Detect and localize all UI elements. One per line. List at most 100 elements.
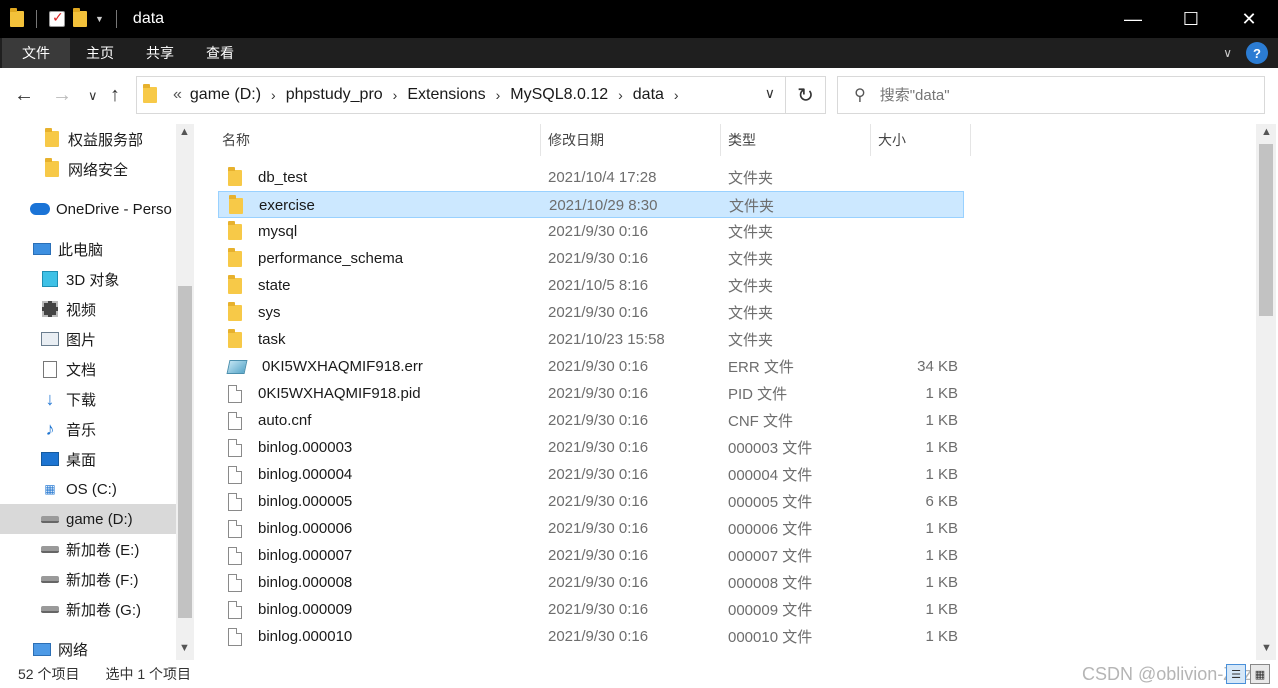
chevron-right-icon[interactable]: › bbox=[618, 87, 623, 103]
column-divider[interactable] bbox=[970, 124, 971, 156]
search-input[interactable] bbox=[879, 86, 1180, 104]
column-header-name[interactable]: 名称 bbox=[222, 124, 540, 156]
sidebar-item-game-d[interactable]: game (D:) bbox=[0, 504, 176, 534]
column-divider[interactable] bbox=[870, 124, 871, 156]
minimize-button[interactable]: — bbox=[1104, 0, 1162, 38]
column-header-size[interactable]: 大小 bbox=[878, 124, 970, 156]
scrollbar-thumb[interactable] bbox=[1259, 144, 1273, 316]
file-row[interactable]: performance_schema 2021/9/30 0:16 文件夹 bbox=[218, 245, 964, 272]
breadcrumb-mysql[interactable]: MySQL8.0.12 bbox=[510, 86, 608, 104]
sidebar-item-this-pc[interactable]: 此电脑 bbox=[32, 234, 176, 264]
sidebar-item-volume-e[interactable]: 新加卷 (E:) bbox=[40, 534, 176, 564]
file-size: 1 KB bbox=[925, 601, 958, 618]
column-divider[interactable] bbox=[720, 124, 721, 156]
file-name: binlog.000007 bbox=[258, 547, 353, 564]
back-arrow-icon[interactable]: ← bbox=[14, 84, 34, 107]
drive-icon bbox=[40, 600, 60, 618]
ribbon-collapse-icon[interactable]: ∨ bbox=[1223, 38, 1232, 68]
file-row[interactable]: binlog.000003 2021/9/30 0:16 000003 文件 1 KB bbox=[218, 434, 964, 461]
large-icons-view-icon[interactable]: ▦ bbox=[1250, 664, 1270, 684]
file-name-cell: auto.cnf bbox=[228, 407, 311, 434]
scrollbar-thumb[interactable] bbox=[178, 286, 192, 618]
sidebar-item-network[interactable]: 网络 bbox=[32, 634, 176, 660]
file-date: 2021/9/30 0:16 bbox=[548, 547, 649, 564]
folder-icon bbox=[10, 8, 24, 27]
tab-view[interactable]: 查看 bbox=[190, 38, 250, 68]
file-row[interactable]: binlog.000009 2021/9/30 0:16 000009 文件 1 KB bbox=[218, 596, 964, 623]
chevron-right-icon[interactable]: › bbox=[393, 87, 398, 103]
file-date: 2021/9/30 0:16 bbox=[548, 439, 649, 456]
file-row[interactable]: auto.cnf 2021/9/30 0:16 CNF 文件 1 KB bbox=[218, 407, 964, 434]
file-type: 000006 文件 bbox=[728, 521, 813, 538]
column-header-date[interactable]: 修改日期 bbox=[548, 124, 720, 156]
quick-access-dropdown-icon[interactable]: ▼ bbox=[95, 14, 104, 24]
search-box[interactable]: ⚲ bbox=[837, 76, 1265, 114]
file-row[interactable]: 0KI5WXHAQMIF918.err 2021/9/30 0:16 ERR 文件 3… bbox=[218, 353, 964, 380]
breadcrumb-phpstudy-pro[interactable]: phpstudy_pro bbox=[286, 86, 383, 104]
file-row[interactable]: state 2021/10/5 8:16 文件夹 bbox=[218, 272, 964, 299]
file-name-cell: binlog.000009 bbox=[228, 596, 352, 623]
tab-file[interactable]: 文件 bbox=[2, 38, 70, 68]
sidebar-item-documents[interactable]: 文档 bbox=[40, 354, 176, 384]
scroll-up-icon[interactable]: ▲ bbox=[179, 126, 190, 138]
file-row[interactable]: binlog.000008 2021/9/30 0:16 000008 文件 1 KB bbox=[218, 569, 964, 596]
sidebar-item-downloads[interactable]: ↓ 下载 bbox=[40, 384, 176, 414]
desktop-icon bbox=[40, 450, 60, 468]
help-icon[interactable]: ? bbox=[1246, 42, 1268, 64]
sidebar-item-onedrive[interactable]: OneDrive - Perso bbox=[30, 194, 176, 224]
recent-locations-icon[interactable]: ∨ bbox=[88, 88, 98, 104]
up-arrow-icon[interactable]: ↑ bbox=[110, 84, 120, 107]
folder-icon bbox=[229, 194, 243, 214]
sidebar-item-os-c[interactable]: ▦ OS (C:) bbox=[40, 474, 176, 504]
scroll-down-icon[interactable]: ▼ bbox=[1261, 642, 1272, 654]
file-row[interactable]: db_test 2021/10/4 17:28 文件夹 bbox=[218, 164, 964, 191]
file-row[interactable]: sys 2021/9/30 0:16 文件夹 bbox=[218, 299, 964, 326]
breadcrumb-data[interactable]: data bbox=[633, 86, 664, 104]
sidebar-item-quanyi[interactable]: 权益服务部 bbox=[42, 124, 176, 154]
file-row[interactable]: binlog.000005 2021/9/30 0:16 000005 文件 6 KB bbox=[218, 488, 964, 515]
chevron-right-icon[interactable]: › bbox=[271, 87, 276, 103]
details-view-icon[interactable]: ☰ bbox=[1226, 664, 1246, 684]
file-row[interactable]: binlog.000006 2021/9/30 0:16 000006 文件 1 KB bbox=[218, 515, 964, 542]
overflow-chevron-icon[interactable]: « bbox=[173, 86, 182, 104]
sidebar-item-desktop[interactable]: 桌面 bbox=[40, 444, 176, 474]
column-divider[interactable] bbox=[540, 124, 541, 156]
file-list-scrollbar[interactable]: ▲ ▼ bbox=[1256, 124, 1276, 660]
file-row[interactable]: mysql 2021/9/30 0:16 文件夹 bbox=[218, 218, 964, 245]
properties-icon[interactable] bbox=[49, 9, 65, 27]
file-row[interactable]: binlog.000004 2021/9/30 0:16 000004 文件 1 KB bbox=[218, 461, 964, 488]
breadcrumb-game-d[interactable]: game (D:) bbox=[190, 86, 261, 104]
file-name: binlog.000005 bbox=[258, 493, 353, 510]
address-bar[interactable]: « game (D:) › phpstudy_pro › Extensions … bbox=[136, 76, 786, 114]
sidebar-item-network-security[interactable]: 网络安全 bbox=[42, 154, 176, 184]
close-button[interactable]: ✕ bbox=[1220, 0, 1278, 38]
sidebar-item-3d-objects[interactable]: 3D 对象 bbox=[40, 264, 176, 294]
file-row[interactable]: task 2021/10/23 15:58 文件夹 bbox=[218, 326, 964, 353]
scroll-down-icon[interactable]: ▼ bbox=[179, 642, 190, 654]
forward-arrow-icon[interactable]: → bbox=[52, 84, 72, 107]
ribbon-spacer bbox=[250, 38, 1223, 68]
sidebar-item-music[interactable]: ♪ 音乐 bbox=[40, 414, 176, 444]
maximize-button[interactable]: ☐ bbox=[1162, 0, 1220, 38]
err-file-icon bbox=[226, 359, 248, 374]
breadcrumb-extensions[interactable]: Extensions bbox=[407, 86, 485, 104]
scroll-up-icon[interactable]: ▲ bbox=[1261, 126, 1272, 138]
chevron-right-icon[interactable]: › bbox=[496, 87, 501, 103]
sidebar-scrollbar[interactable]: ▲ ▼ bbox=[176, 124, 194, 660]
file-row[interactable]: exercise 2021/10/29 8:30 文件夹 bbox=[218, 191, 964, 218]
file-name: binlog.000004 bbox=[258, 466, 353, 483]
refresh-button[interactable]: ↻ bbox=[786, 76, 826, 114]
chevron-right-icon[interactable]: › bbox=[674, 87, 679, 103]
sidebar-item-volume-f[interactable]: 新加卷 (F:) bbox=[40, 564, 176, 594]
sidebar-item-volume-g[interactable]: 新加卷 (G:) bbox=[40, 594, 176, 624]
sidebar-item-videos[interactable]: 视频 bbox=[40, 294, 176, 324]
address-dropdown-icon[interactable]: ∨ bbox=[765, 85, 775, 102]
sidebar-item-pictures[interactable]: 图片 bbox=[40, 324, 176, 354]
file-row[interactable]: binlog.000007 2021/9/30 0:16 000007 文件 1 KB bbox=[218, 542, 964, 569]
tab-home[interactable]: 主页 bbox=[70, 38, 130, 68]
tab-share[interactable]: 共享 bbox=[130, 38, 190, 68]
new-folder-icon[interactable] bbox=[73, 8, 87, 27]
column-header-type[interactable]: 类型 bbox=[728, 124, 870, 156]
file-row[interactable]: binlog.000010 2021/9/30 0:16 000010 文件 1 KB bbox=[218, 623, 964, 650]
file-row[interactable]: 0KI5WXHAQMIF918.pid 2021/9/30 0:16 PID 文件 1… bbox=[218, 380, 964, 407]
